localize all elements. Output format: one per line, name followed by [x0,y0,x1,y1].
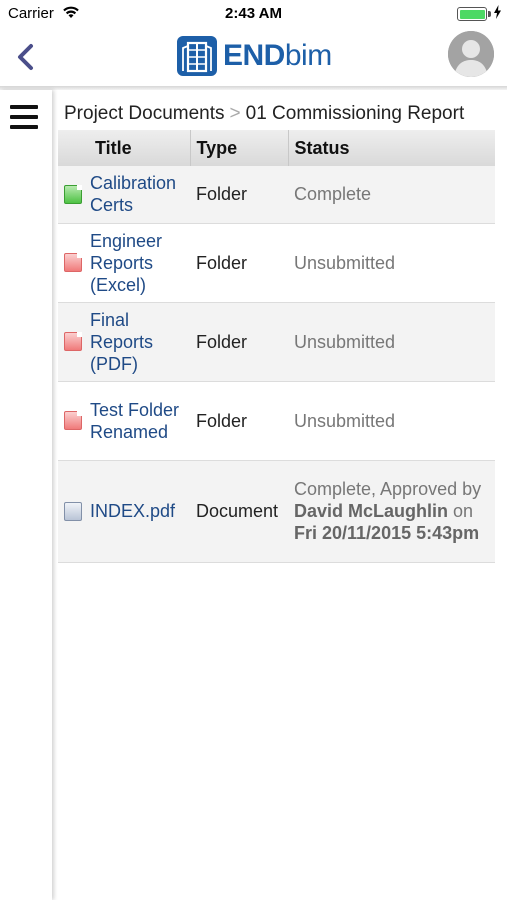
red-folder-icon [64,411,82,430]
building-logo-icon [177,36,217,76]
breadcrumb-separator: > [229,103,241,124]
table-row[interactable]: Engineer Reports (Excel) Folder Unsubmit… [58,223,495,303]
table-row[interactable]: Calibration Certs Folder Complete [58,166,495,224]
green-folder-icon [64,184,82,204]
breadcrumb: Project Documents >01 Commissioning Repor… [58,96,495,130]
document-icon [64,501,82,521]
row-title-link[interactable]: Final Reports (PDF) [90,309,184,375]
table-row[interactable]: Final Reports (PDF) Folder Unsubmitted [58,302,495,382]
status-cell: Unsubmitted [288,223,495,303]
type-cell: Document [190,460,288,563]
status-cell: Unsubmitted [288,381,495,461]
type-cell: Folder [190,223,288,303]
charging-bolt-icon [494,5,501,19]
logo-wordmark: ENDbim [223,39,332,72]
documents-table: Title Type Status Calibration Certs Fold… [58,130,495,563]
user-avatar[interactable] [448,31,494,77]
status-cell: Unsubmitted [288,302,495,382]
red-folder-icon [64,253,82,272]
breadcrumb-root[interactable]: Project Documents [64,103,225,124]
status-prefix: Complete, Approved by [294,479,482,499]
back-button[interactable] [10,40,44,74]
status-bar: Carrier 2:43 AM [0,0,507,26]
red-folder-icon [64,332,82,351]
title-cell: Calibration Certs [58,166,190,224]
column-header-title[interactable]: Title [58,130,191,166]
status-on: on [453,501,474,521]
column-header-type[interactable]: Type [190,130,289,166]
row-title-link[interactable]: Engineer Reports (Excel) [90,230,184,296]
status-user: David McLaughlin [294,501,449,521]
row-title-link[interactable]: INDEX.pdf [90,500,175,522]
endbim-logo: ENDbim [177,35,332,77]
status-date: Fri 20/11/2015 5:43pm [294,523,480,543]
table-row[interactable]: INDEX.pdf Document Complete, Approved by… [58,460,495,563]
documents-panel: Project Documents >01 Commissioning Repor… [58,96,495,563]
title-cell: INDEX.pdf [58,460,190,563]
title-cell: Engineer Reports (Excel) [58,223,190,303]
table-header-row: Title Type Status [58,130,495,166]
type-cell: Folder [190,381,288,461]
title-cell: Test Folder Renamed [58,381,190,461]
battery-icon [457,7,491,21]
navigation-bar: ENDbim [0,26,507,86]
clock: 2:43 AM [225,5,282,22]
status-cell: Complete, Approved by David McLaughlin o… [288,460,495,563]
title-cell: Final Reports (PDF) [58,302,190,382]
chevron-left-icon [18,44,33,70]
person-icon [448,31,494,77]
type-cell: Folder [190,302,288,382]
menu-button[interactable] [10,105,38,129]
hamburger-icon [10,105,38,109]
row-title-link[interactable]: Test Folder Renamed [90,399,184,443]
nav-divider [0,86,507,90]
table-row[interactable]: Test Folder Renamed Folder Unsubmitted [58,381,495,461]
status-cell: Complete [288,166,495,224]
side-rail [0,90,52,900]
row-title-link[interactable]: Calibration Certs [90,172,184,216]
breadcrumb-current: 01 Commissioning Report [245,103,465,124]
column-header-status[interactable]: Status [288,130,495,166]
type-cell: Folder [190,166,288,224]
